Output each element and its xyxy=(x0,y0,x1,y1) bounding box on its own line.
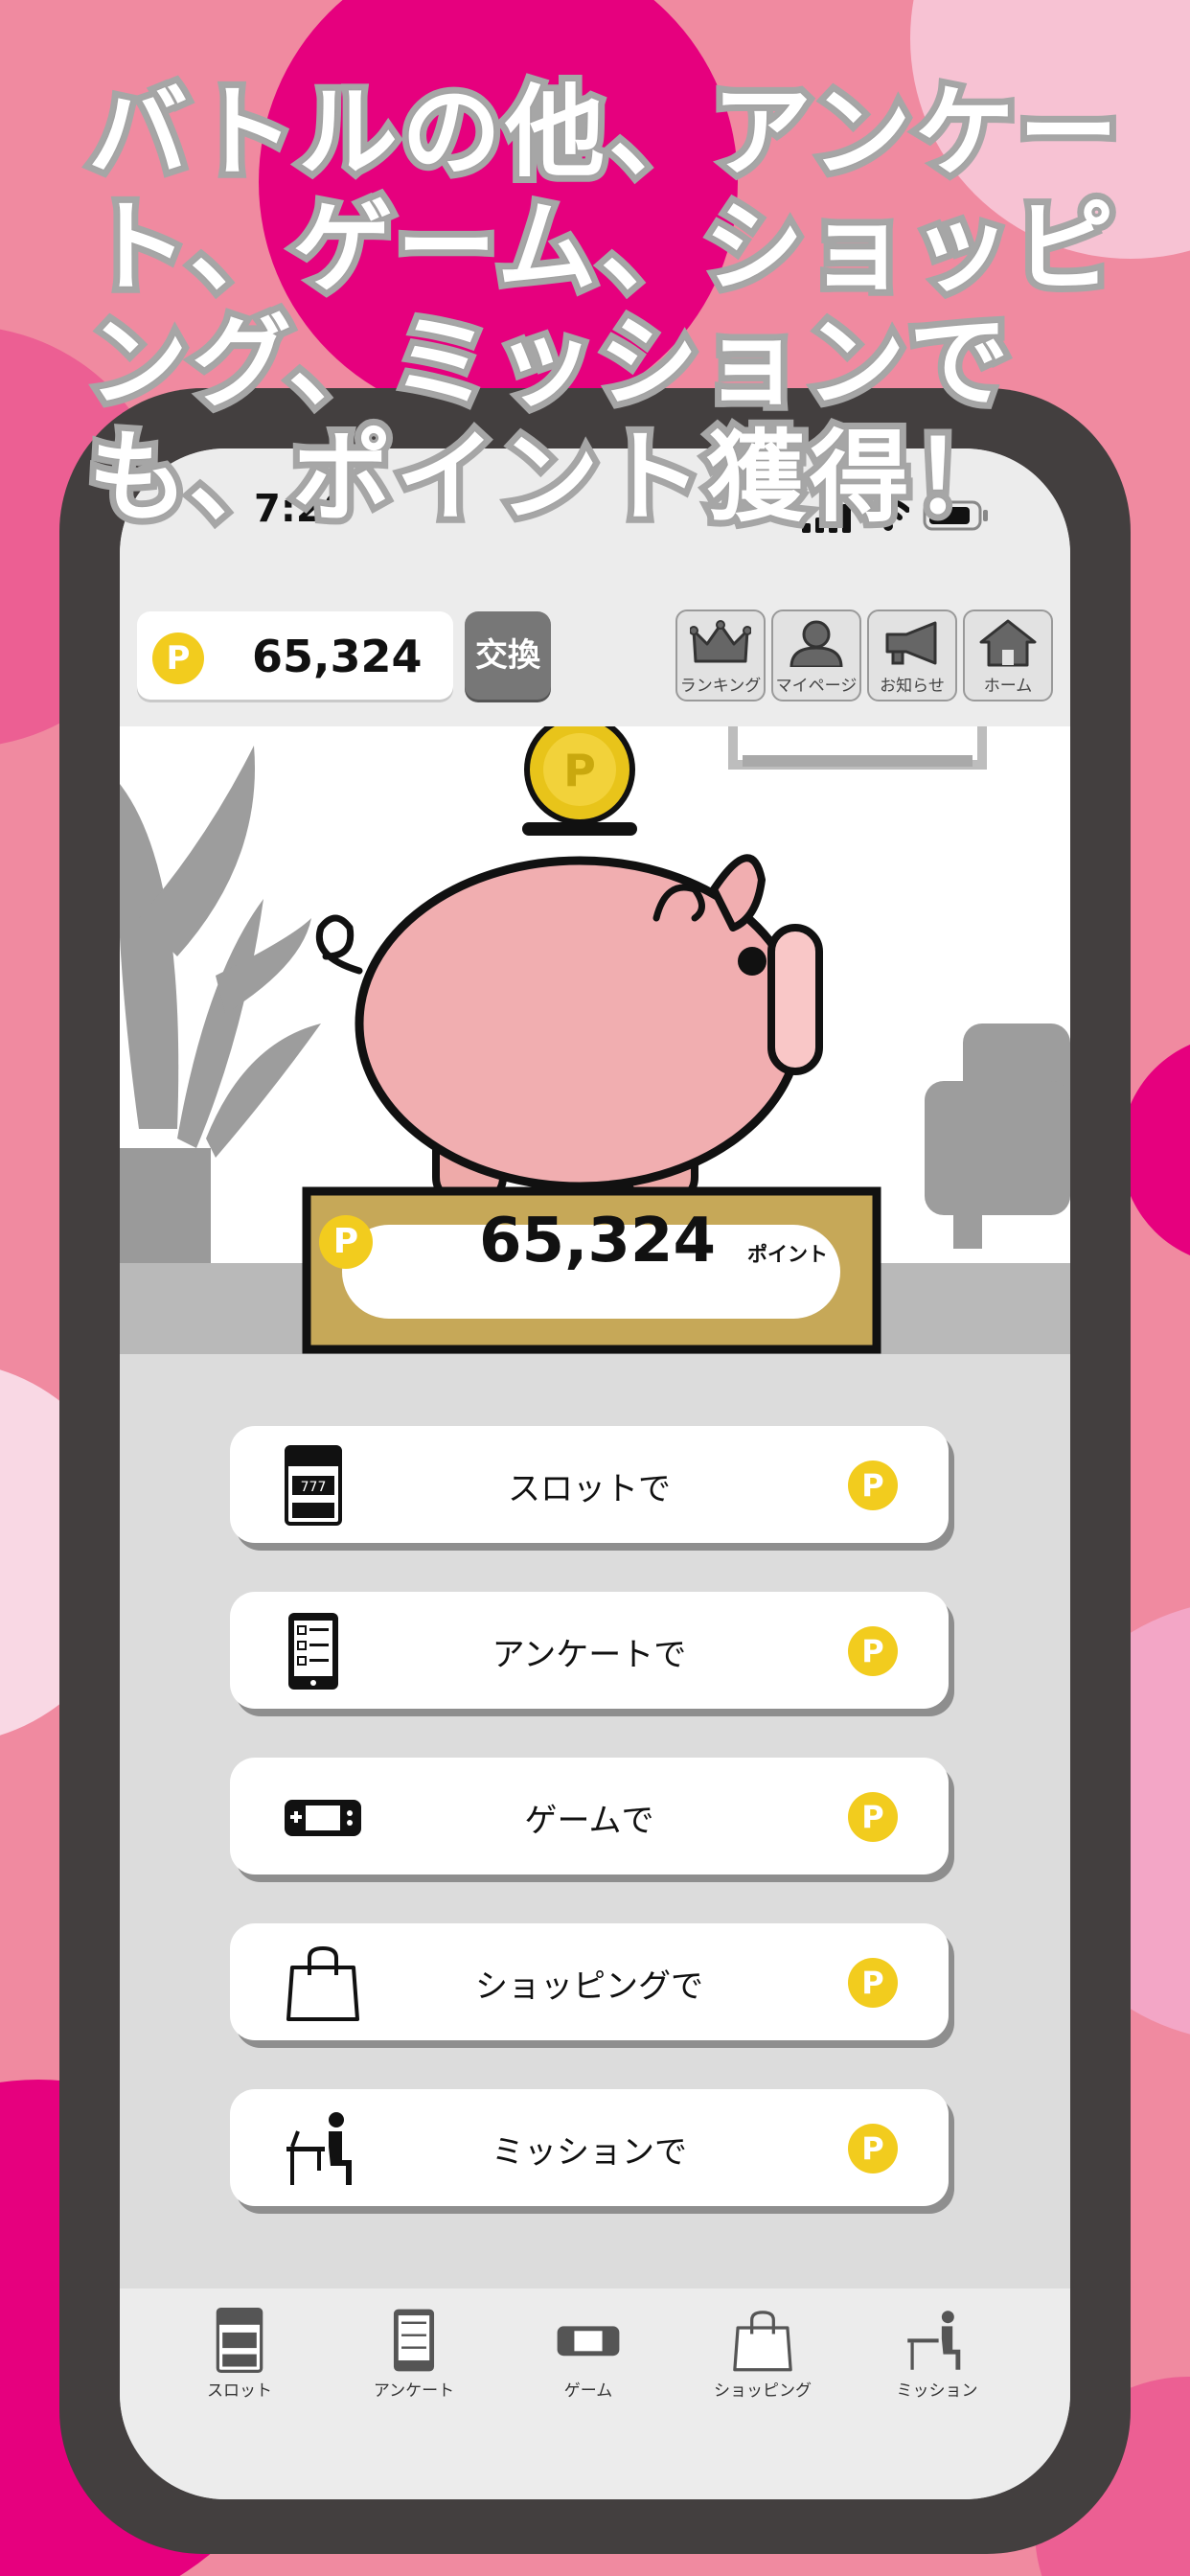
promo-headline: バトルの他、アンケート、ゲーム、ショッピング、ミッションでも、ポイント獲得！ xyxy=(81,68,1125,541)
bottom-tab-bar: スロット アンケート ゲーム ショッピング ミッション xyxy=(120,2288,1070,2499)
menu-shopping-label: ショッピングで xyxy=(475,1967,703,2006)
svg-text:P: P xyxy=(563,745,596,796)
home-icon xyxy=(979,619,1037,667)
menu-game-label: ゲームで xyxy=(524,1802,654,1840)
menu-mission-coin-icon: P xyxy=(848,2124,898,2174)
menu-survey-coin-icon: P xyxy=(848,1626,898,1676)
app-screen: 7:26 P 65,324 交換 ランキング マイページ お知らせ ホーム P … xyxy=(120,448,1070,2499)
tab-game[interactable]: ゲーム xyxy=(516,2308,660,2401)
hero-points-value: 65,324 xyxy=(479,1206,716,1276)
mission-desk-icon xyxy=(286,2112,352,2185)
shopping-bag-icon xyxy=(733,2311,792,2372)
nav-mypage-button[interactable]: マイページ xyxy=(771,610,861,702)
app-header: P 65,324 交換 ランキング マイページ お知らせ ホーム xyxy=(120,592,1070,726)
mission-desk-icon xyxy=(907,2311,961,2370)
nav-ranking-label: ランキング xyxy=(679,677,762,696)
nav-mypage-label: マイページ xyxy=(775,677,858,696)
nav-news-button[interactable]: お知らせ xyxy=(867,610,957,702)
menu-slot-button[interactable]: 777 スロットで P xyxy=(230,1426,949,1543)
tab-mission-label: ミッション xyxy=(896,2381,978,2401)
shopping-bag-icon xyxy=(286,1945,359,2021)
tab-shopping-label: ショッピング xyxy=(714,2381,812,2401)
point-balance: P 65,324 xyxy=(137,611,453,700)
crown-icon xyxy=(690,620,751,663)
nav-news-label: お知らせ xyxy=(880,677,945,696)
menu-shopping-button[interactable]: ショッピングで P xyxy=(230,1923,949,2040)
menu-mission-button[interactable]: ミッションで P xyxy=(230,2089,949,2206)
piggy-bank-hero: P P 65,324 ポイント xyxy=(120,726,1070,1354)
menu-slot-label: スロットで xyxy=(508,1470,671,1508)
game-console-icon xyxy=(557,2326,620,2357)
survey-tablet-icon xyxy=(393,2309,435,2372)
exchange-button[interactable]: 交換 xyxy=(465,611,551,700)
game-console-icon xyxy=(285,1800,361,1836)
nav-home-label: ホーム xyxy=(983,677,1033,696)
hero-points-unit: ポイント xyxy=(747,1243,828,1266)
hero-coin-icon: P xyxy=(319,1215,373,1269)
tab-game-label: ゲーム xyxy=(563,2381,613,2401)
point-coin-icon: P xyxy=(152,632,204,684)
person-icon xyxy=(790,620,843,667)
tab-shopping[interactable]: ショッピング xyxy=(691,2308,835,2401)
svg-text:777: 777 xyxy=(301,1480,327,1495)
megaphone-icon xyxy=(885,621,937,665)
menu-game-button[interactable]: ゲームで P xyxy=(230,1758,949,1874)
menu-survey-label: アンケートで xyxy=(492,1636,687,1674)
menu-game-coin-icon: P xyxy=(848,1792,898,1842)
tab-survey-label: アンケート xyxy=(373,2381,455,2401)
menu-slot-coin-icon: P xyxy=(848,1460,898,1510)
menu-mission-label: ミッションで xyxy=(492,2133,687,2172)
nav-home-button[interactable]: ホーム xyxy=(963,610,1053,702)
tab-slot[interactable]: スロット xyxy=(168,2308,311,2401)
menu-shopping-coin-icon: P xyxy=(848,1958,898,2008)
point-balance-value: 65,324 xyxy=(252,631,423,682)
nav-ranking-button[interactable]: ランキング xyxy=(675,610,766,702)
tab-survey[interactable]: アンケート xyxy=(342,2308,486,2401)
tab-slot-label: スロット xyxy=(207,2381,272,2401)
survey-tablet-icon xyxy=(288,1613,338,1690)
tab-mission[interactable]: ミッション xyxy=(865,2308,1009,2401)
slot-machine-icon xyxy=(216,2308,263,2373)
slot-machine-icon: 777 xyxy=(285,1445,342,1526)
menu-survey-button[interactable]: アンケートで P xyxy=(230,1592,949,1709)
